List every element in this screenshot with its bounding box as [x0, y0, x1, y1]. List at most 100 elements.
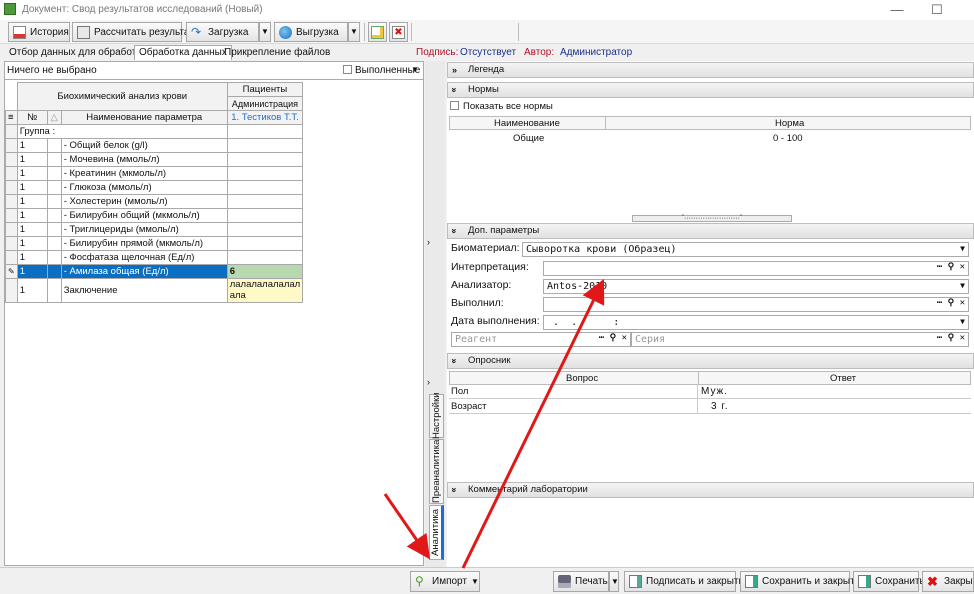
date-field[interactable]: . . : ▼ — [543, 315, 969, 330]
table-row[interactable]: 1 - Билирубин прямой (мкмоль/л) — [5, 236, 304, 251]
tab-attachments[interactable]: Прикрепление файлов — [219, 45, 335, 60]
table-row[interactable]: 1 Заключение лалалалалалал ала — [5, 278, 304, 303]
lookup-icons[interactable]: ⋯ ⚲ ✕ — [937, 333, 965, 343]
lookup-icons[interactable]: ⋯ ⚲ ✕ — [937, 298, 965, 308]
load-button[interactable]: ↷ Загрузка — [186, 22, 259, 42]
details-panel: » Легенда » Нормы Показать все нормы Наиме… — [447, 61, 974, 567]
maximize-button[interactable]: ☐ — [926, 2, 948, 18]
interpretation-label: Интерпретация: — [451, 261, 529, 273]
extra-params-section[interactable]: » Доп. параметры — [447, 223, 974, 239]
table-row[interactable]: 1 - Общий белок (g/l) — [5, 138, 304, 153]
table-row[interactable]: 1 - Холестерин (ммоль/л) — [5, 194, 304, 209]
import-button[interactable]: ⚲ Импорт ▼ — [410, 571, 480, 592]
splitter[interactable]: › › Настройки Преаналитика Аналитика — [425, 61, 445, 567]
sign-close-label: Подписать и закрыть — [646, 576, 744, 587]
interpretation-field[interactable]: ⋯ ⚲ ✕ — [543, 261, 969, 276]
survey-section[interactable]: » Опросник — [447, 353, 974, 369]
result-cell[interactable] — [226, 152, 304, 167]
save-icon — [858, 575, 871, 588]
unload-dropdown[interactable]: ▼ — [348, 22, 360, 42]
row-no: 1 — [16, 152, 48, 167]
answer-cell: Муж. — [701, 386, 729, 397]
unload-button[interactable]: Выгрузка — [274, 22, 348, 42]
print-button[interactable]: Печать — [553, 571, 609, 592]
table-row[interactable]: 1 - Креатинин (мкмоль/л) — [5, 166, 304, 181]
save-label: Сохранить — [875, 576, 925, 587]
author-label: Автор: — [524, 47, 555, 58]
save-close-button[interactable]: Сохранить и закрыть — [740, 571, 860, 592]
completed-checkbox[interactable] — [343, 65, 352, 74]
data-grid-panel: Ничего не выбрано Выполненные ▼ Биохимич… — [4, 61, 424, 566]
table-row[interactable]: 1 - Триглицериды (ммоль/л) — [5, 222, 304, 237]
row-no: 1 — [16, 222, 48, 237]
survey-row[interactable]: Возраст 3 г. — [449, 399, 971, 414]
legend-section[interactable]: » Легенда — [447, 62, 974, 78]
norms-section[interactable]: » Нормы — [447, 82, 974, 98]
tab-analytics[interactable]: Аналитика — [429, 505, 444, 560]
conclusion-cell[interactable]: лалалалалалал ала — [226, 278, 304, 303]
result-cell[interactable] — [226, 180, 304, 195]
chevron-down-icon: ▼ — [470, 577, 479, 586]
result-cell[interactable] — [226, 208, 304, 223]
history-label: История — [30, 26, 69, 38]
result-cell[interactable]: 6 — [226, 264, 304, 279]
save-button[interactable]: Сохранить — [853, 571, 925, 592]
tab-processing[interactable]: Обработка данных — [134, 45, 232, 60]
edit-doc-button[interactable] — [368, 22, 387, 42]
table-row[interactable]: 1 - Мочевина (ммоль/л) — [5, 152, 304, 167]
performed-field[interactable]: ⋯ ⚲ ✕ — [543, 297, 969, 312]
load-dropdown[interactable]: ▼ — [259, 22, 271, 42]
show-all-norms-checkbox[interactable] — [450, 101, 459, 110]
reagent-field[interactable]: Реагент ⋯ ⚲ ✕ — [451, 332, 631, 347]
col-no[interactable]: № — [16, 110, 48, 125]
tab-selection[interactable]: Отбор данных для обработки — [4, 45, 151, 60]
lookup-icons[interactable]: ⋯ ⚲ ✕ — [599, 333, 627, 343]
sort-icon[interactable]: △ — [46, 110, 62, 125]
col-param-name[interactable]: Наименование параметра — [60, 110, 228, 125]
filter-bar[interactable]: Ничего не выбрано Выполненные ▼ — [5, 62, 423, 80]
history-button[interactable]: История — [8, 22, 70, 42]
series-field[interactable]: Серия ⋯ ⚲ ✕ — [631, 332, 969, 347]
lookup-icons[interactable]: ⋯ ⚲ ✕ — [937, 262, 965, 272]
calc-result-button[interactable]: Рассчитать результат — [72, 22, 194, 42]
sign-close-button[interactable]: Подписать и закрыть — [624, 571, 744, 592]
delete-doc-button[interactable]: ✖ — [389, 22, 408, 42]
table-row[interactable]: 1 - Билирубин общий (мкмоль/л) — [5, 208, 304, 223]
minimize-button[interactable]: — — [886, 2, 908, 18]
analyzer-select[interactable]: Antos-2010 ▼ — [543, 279, 969, 294]
norms-col-name: Наименование — [494, 118, 560, 129]
resize-handle[interactable]: ˆ························ˆ — [632, 215, 792, 222]
tab-preanalytics[interactable]: Преаналитика — [429, 439, 444, 504]
survey-row[interactable]: Пол Муж. — [449, 384, 971, 399]
comment-section[interactable]: » Комментарий лаборатории — [447, 482, 974, 498]
col-patient[interactable]: 1. Тестиков Т.Т. — [226, 110, 304, 125]
result-cell[interactable] — [226, 166, 304, 181]
chevron-down-icon: » — [449, 87, 460, 93]
collapse-left-icon[interactable]: › — [427, 237, 430, 247]
chevron-down-icon[interactable]: ▼ — [411, 65, 419, 74]
result-cell[interactable] — [226, 194, 304, 209]
legend-title: Легенда — [468, 64, 505, 75]
col-divider — [697, 399, 698, 414]
unload-label: Выгрузка — [296, 26, 339, 38]
date-value: . . : — [547, 317, 632, 328]
row-no: 1 — [16, 138, 48, 153]
results-grid: Биохимический анализ крови Пациенты Адми… — [5, 82, 304, 303]
norms-header: Наименование Норма — [449, 116, 971, 130]
collapse-right-icon[interactable]: › — [427, 377, 430, 387]
conclusion-text: ала — [229, 290, 246, 301]
result-cell[interactable] — [226, 138, 304, 153]
result-cell[interactable] — [226, 250, 304, 265]
biomaterial-select[interactable]: Сыворотка крови (Образец) ▼ — [522, 242, 969, 257]
table-row-selected[interactable]: ✎ 1 - Амилаза общая (Ед/л) 6 — [5, 264, 304, 279]
tab-settings[interactable]: Настройки — [429, 393, 444, 439]
biomaterial-value: Сыворотка крови (Образец) — [526, 244, 677, 255]
question-col: Вопрос — [566, 373, 599, 384]
result-cell[interactable] — [226, 236, 304, 251]
table-row[interactable]: 1 - Фосфатаза щелочная (Ед/л) — [5, 250, 304, 265]
print-dropdown[interactable]: ▼ — [609, 571, 619, 592]
table-row[interactable]: 1 - Глюкоза (ммоль/л) — [5, 180, 304, 195]
app-icon — [4, 3, 16, 15]
close-button[interactable]: ✖ Закрыть — [922, 571, 974, 592]
result-cell[interactable] — [226, 222, 304, 237]
